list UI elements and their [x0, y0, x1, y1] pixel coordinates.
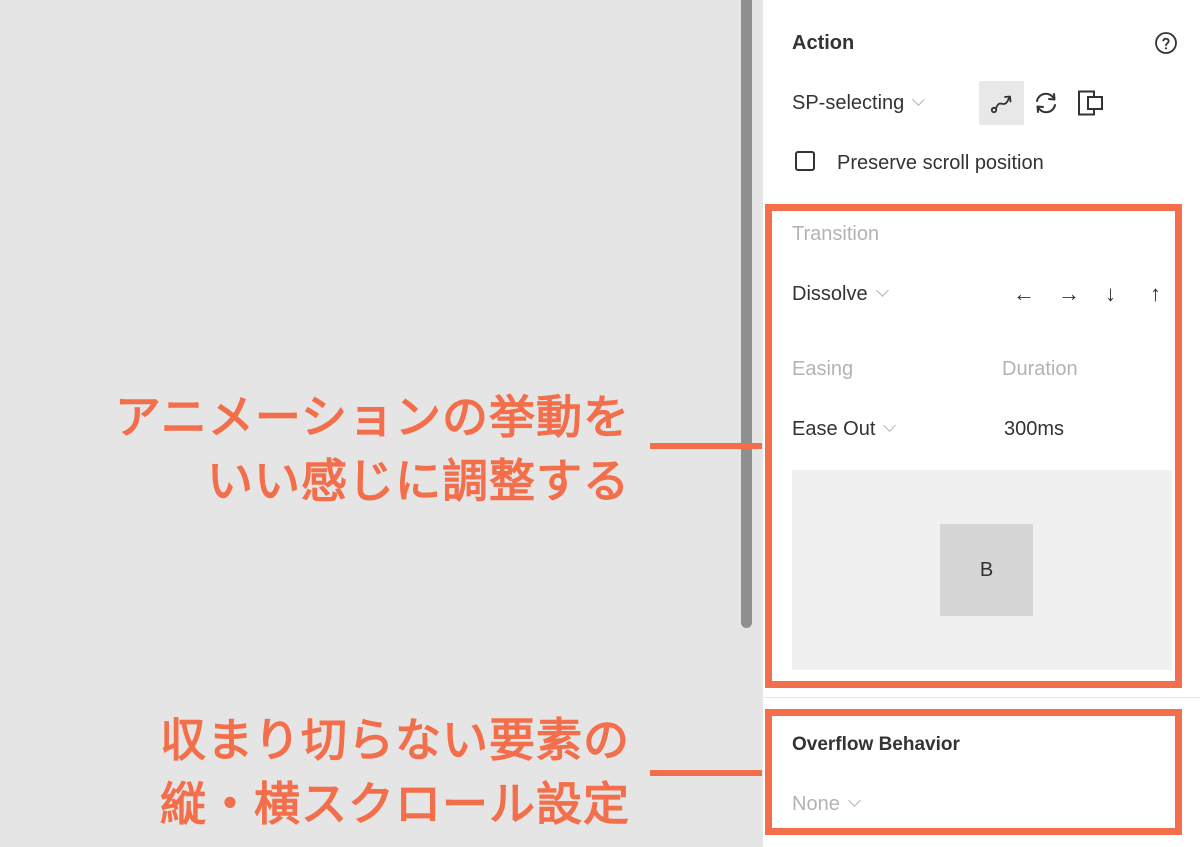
section-divider [762, 697, 1200, 698]
action-heading: Action [792, 32, 855, 54]
annotation-overflow: 収まり切らない要素の 縦・横スクロール設定 [40, 708, 630, 836]
overflow-highlight-box [765, 709, 1182, 835]
annotation-animation-line2: いい感じに調整する [207, 455, 630, 507]
annotation-animation-line1: アニメーションの挙動を [114, 391, 630, 443]
canvas-scrollbar[interactable] [741, 0, 752, 628]
preserve-scroll-checkbox[interactable] [795, 151, 815, 171]
swap-icon[interactable] [1032, 89, 1060, 117]
device-frame-icon[interactable] [1076, 89, 1106, 117]
annotation-overflow-line2: 縦・横スクロール設定 [160, 778, 630, 830]
transition-highlight-box [765, 204, 1182, 688]
destination-dropdown[interactable]: SP-selecting [792, 92, 926, 115]
destination-value: SP-selecting [792, 92, 905, 114]
chevron-down-icon [912, 93, 926, 106]
preserve-scroll-label: Preserve scroll position [837, 152, 1044, 174]
annotation-animation-connector [650, 443, 768, 449]
annotation-animation: アニメーションの挙動を いい感じに調整する [40, 385, 630, 513]
annotation-overflow-line1: 収まり切らない要素の [160, 714, 630, 766]
connection-curve-icon[interactable] [979, 81, 1024, 125]
help-icon[interactable] [1154, 31, 1178, 55]
annotation-overflow-connector [650, 770, 768, 776]
